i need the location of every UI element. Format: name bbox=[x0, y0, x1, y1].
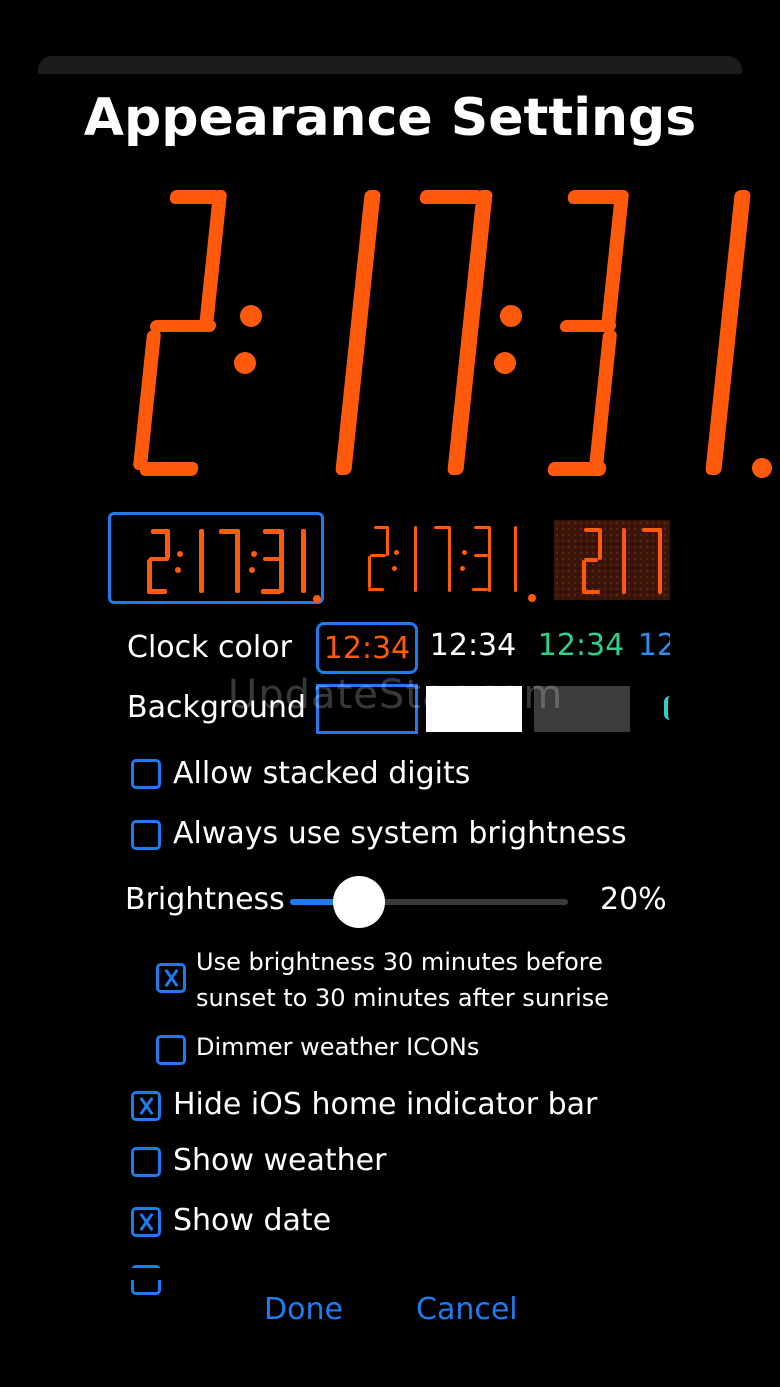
allow-stacked-checkbox[interactable] bbox=[131, 759, 161, 789]
clock-style-picker bbox=[108, 512, 670, 608]
show-weather-label: Show weather bbox=[173, 1143, 387, 1178]
scroll-clip bbox=[0, 1268, 780, 1280]
allow-stacked-label: Allow stacked digits bbox=[173, 756, 471, 791]
system-brightness-checkbox[interactable] bbox=[131, 820, 161, 850]
watermark: UpdateStar.com bbox=[228, 672, 564, 718]
cancel-button[interactable]: Cancel bbox=[416, 1292, 518, 1327]
show-date-label: Show date bbox=[173, 1203, 332, 1238]
hide-home-indicator-checkbox[interactable] bbox=[131, 1091, 161, 1121]
page-title: Appearance Settings bbox=[83, 88, 697, 148]
dimmer-weather-label: Dimmer weather ICONs bbox=[196, 1033, 480, 1061]
brightness-value: 20% bbox=[600, 882, 667, 917]
system-brightness-label: Always use system brightness bbox=[173, 816, 627, 851]
sunset-brightness-line1: Use brightness 30 minutes before bbox=[196, 948, 603, 976]
clock-color-option-white[interactable]: 12:34 bbox=[422, 622, 524, 674]
sunset-brightness-checkbox[interactable] bbox=[156, 963, 186, 993]
style-option-segment-thin[interactable] bbox=[354, 512, 544, 604]
show-date-checkbox[interactable] bbox=[131, 1207, 161, 1237]
done-button[interactable]: Done bbox=[264, 1292, 343, 1327]
style-option-segment-bold[interactable] bbox=[108, 512, 324, 604]
clock-color-label: Clock color bbox=[127, 630, 292, 665]
clock-color-picker: 12:34 12:34 12:34 12 bbox=[314, 622, 670, 676]
brightness-label: Brightness bbox=[125, 882, 285, 917]
clock-preview bbox=[0, 180, 780, 490]
sunset-brightness-line2: sunset to 30 minutes after sunrise bbox=[196, 984, 610, 1012]
show-weather-checkbox[interactable] bbox=[131, 1147, 161, 1177]
background-option-teal[interactable] bbox=[664, 696, 670, 720]
hide-home-indicator-label: Hide iOS home indicator bar bbox=[173, 1087, 598, 1122]
dimmer-weather-checkbox[interactable] bbox=[156, 1035, 186, 1065]
clock-color-option-blue[interactable]: 12 bbox=[606, 622, 670, 674]
sunset-brightness-label: Use brightness 30 minutes before sunset … bbox=[196, 944, 609, 1016]
brightness-slider-thumb[interactable] bbox=[333, 876, 385, 928]
style-option-nixie[interactable] bbox=[554, 512, 670, 604]
clock-color-option-orange[interactable]: 12:34 bbox=[316, 622, 418, 674]
